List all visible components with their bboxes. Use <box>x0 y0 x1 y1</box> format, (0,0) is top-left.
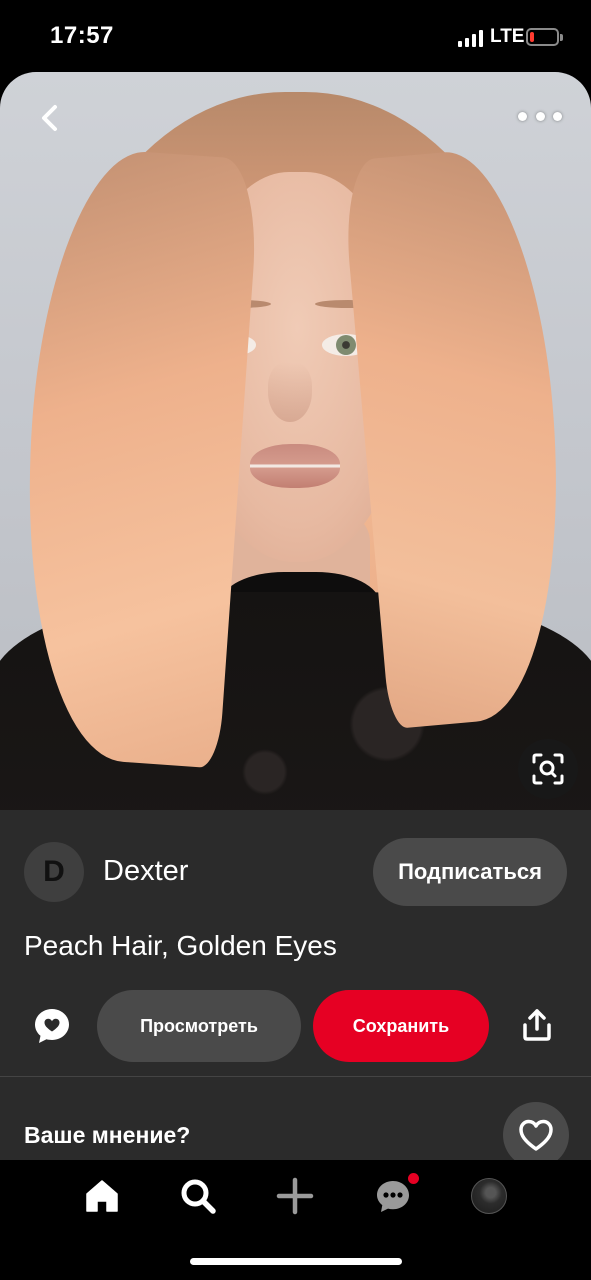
comment-heart-icon <box>35 1009 69 1043</box>
nav-search[interactable] <box>176 1174 220 1218</box>
follow-button[interactable]: Подписаться <box>373 838 567 906</box>
pin-details-panel: D Dexter Подписаться Peach Hair, Golden … <box>0 810 591 1168</box>
more-dot-icon <box>553 111 562 121</box>
section-divider <box>0 1076 591 1077</box>
messages-icon <box>377 1181 409 1212</box>
view-button[interactable]: Просмотреть <box>97 990 301 1062</box>
nose <box>268 362 312 422</box>
nav-home[interactable] <box>80 1174 124 1218</box>
feedback-prompt: Ваше мнение? <box>24 1122 191 1148</box>
nav-profile[interactable] <box>467 1174 511 1218</box>
notification-dot <box>408 1173 419 1184</box>
comment-button[interactable] <box>32 1006 72 1046</box>
more-options-button[interactable] <box>518 106 562 126</box>
back-button[interactable] <box>30 98 70 138</box>
nav-create[interactable] <box>273 1174 317 1218</box>
author-avatar[interactable]: D <box>24 842 84 902</box>
author-initial: D <box>43 855 65 888</box>
battery-level <box>530 32 534 42</box>
network-type: LTE <box>490 26 525 47</box>
pin-title: Peach Hair, Golden Eyes <box>24 930 337 961</box>
lips <box>250 444 340 488</box>
search-icon <box>181 1179 216 1214</box>
visual-search-button[interactable] <box>518 739 578 799</box>
home-icon <box>86 1180 118 1212</box>
share-icon <box>523 1009 551 1041</box>
lens-search-icon <box>532 753 564 785</box>
status-time: 17:57 <box>50 22 114 49</box>
share-button[interactable] <box>520 1008 554 1042</box>
more-dot-icon <box>518 111 527 121</box>
cellular-signal-icon <box>458 29 484 47</box>
battery-icon <box>526 28 563 46</box>
nav-messages[interactable] <box>371 1173 419 1218</box>
like-button[interactable] <box>503 1102 569 1168</box>
heart-icon <box>519 1119 553 1151</box>
profile-avatar <box>471 1178 507 1214</box>
more-dot-icon <box>535 111 545 121</box>
plus-icon <box>276 1177 314 1215</box>
home-indicator[interactable] <box>190 1258 402 1265</box>
chevron-left-icon <box>42 105 57 131</box>
pin-image[interactable] <box>0 72 591 810</box>
status-bar: 17:57 LTE <box>0 0 591 72</box>
author-name[interactable]: Dexter <box>103 855 188 888</box>
save-button[interactable]: Сохранить <box>313 990 489 1062</box>
